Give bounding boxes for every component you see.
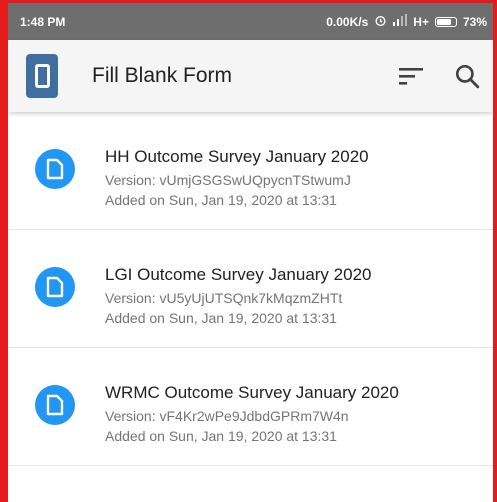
- app-logo-icon: [26, 54, 58, 98]
- form-icon: [35, 267, 75, 307]
- form-list: HH Outcome Survey January 2020 Version: …: [8, 112, 493, 466]
- network-speed: 0.00K/s: [326, 14, 369, 29]
- battery-icon: [434, 16, 457, 27]
- battery-level: 73%: [462, 14, 487, 29]
- form-added-date: Added on Sun, Jan 19, 2020 at 13:31: [105, 192, 337, 208]
- status-bar: 1:48 PM 0.00K/s H+ 73%: [8, 3, 493, 40]
- form-icon: [35, 385, 75, 425]
- status-indicators: 0.00K/s H+ 73%: [326, 14, 487, 30]
- network-type: H+: [413, 14, 429, 29]
- form-added-date: Added on Sun, Jan 19, 2020 at 13:31: [105, 428, 337, 444]
- alarm-icon: [374, 14, 387, 30]
- app-bar: Fill Blank Form: [8, 40, 493, 112]
- form-version: Version: vU5yUjUTSQnk7kMqzmZHTt: [105, 290, 343, 306]
- form-title: HH Outcome Survey January 2020: [105, 147, 369, 166]
- search-button[interactable]: [453, 62, 481, 90]
- signal-icon: [393, 14, 408, 29]
- form-title: WRMC Outcome Survey January 2020: [105, 383, 399, 402]
- form-list-item[interactable]: LGI Outcome Survey January 2020 Version:…: [8, 230, 493, 348]
- form-version: Version: vF4Kr2wPe9JdbdGPRm7W4n: [105, 408, 349, 424]
- form-list-item[interactable]: HH Outcome Survey January 2020 Version: …: [8, 112, 493, 230]
- form-version: Version: vUmjGSGSwUQpycnTStwumJ: [105, 172, 351, 188]
- form-icon: [35, 149, 75, 189]
- form-list-item[interactable]: WRMC Outcome Survey January 2020 Version…: [8, 348, 493, 466]
- page-title: Fill Blank Form: [92, 64, 233, 87]
- sort-icon: [399, 68, 423, 85]
- sort-button[interactable]: [397, 62, 425, 90]
- form-title: LGI Outcome Survey January 2020: [105, 265, 372, 284]
- search-icon: [455, 64, 480, 89]
- form-added-date: Added on Sun, Jan 19, 2020 at 13:31: [105, 310, 337, 326]
- status-time: 1:48 PM: [20, 14, 66, 29]
- app-bar-actions: [397, 62, 493, 90]
